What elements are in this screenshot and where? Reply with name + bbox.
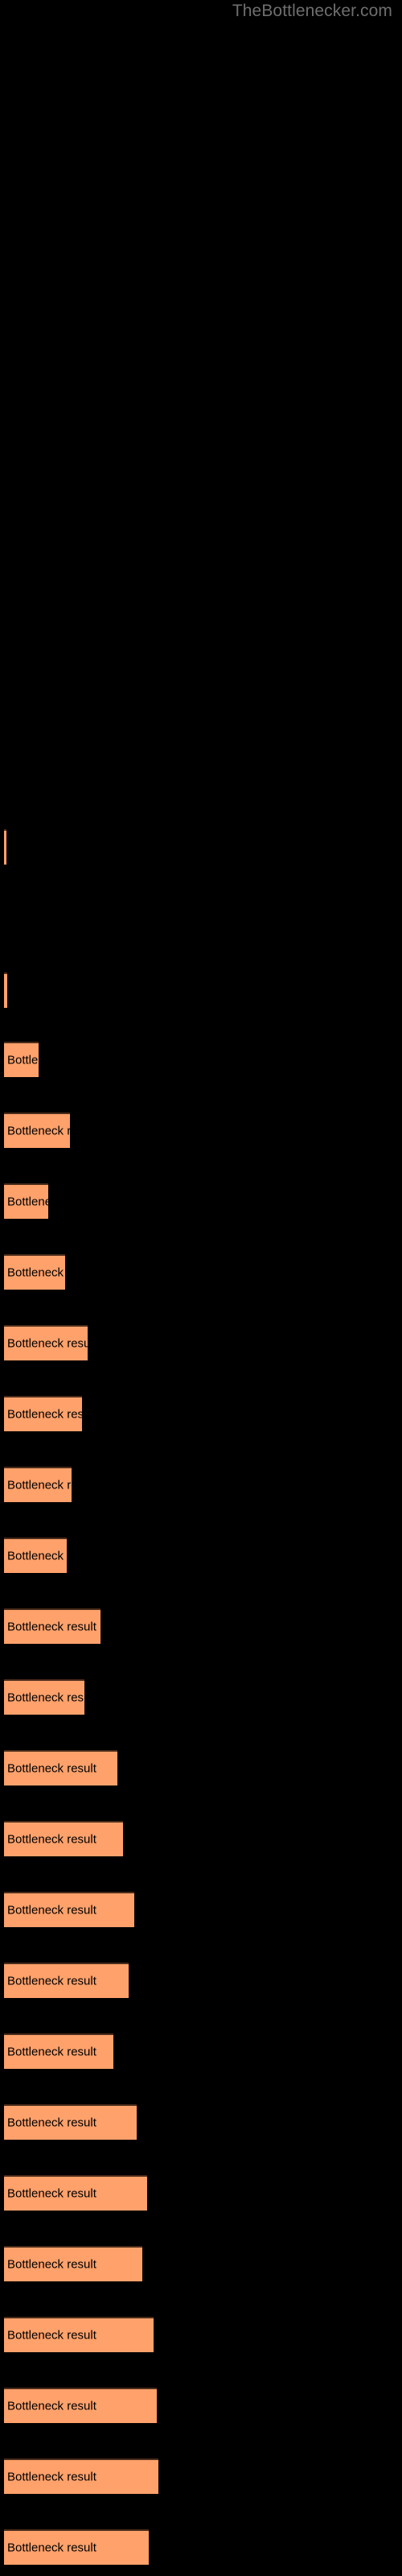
bar-label: Bottleneck result xyxy=(7,1407,82,1422)
bar[interactable]: Bottleneck result xyxy=(4,2246,142,2281)
bar-label: Bottleneck result xyxy=(7,1903,96,1918)
bar-row: Bottleneck result xyxy=(0,1042,402,1077)
bar[interactable]: Bottleneck result xyxy=(4,2529,149,2565)
bar-row: Bottleneck result xyxy=(0,2529,402,2565)
bar-label: Bottleneck result xyxy=(7,2399,96,2413)
bar-label: Bottleneck result xyxy=(7,1974,96,1988)
bar-label: Bottleneck result xyxy=(7,1478,72,1492)
bar-row: Bottleneck result xyxy=(0,2458,402,2494)
bar[interactable]: Bottleneck result xyxy=(4,1183,48,1219)
bar-label: Bottleneck result xyxy=(7,2116,96,2130)
bar[interactable]: Bottleneck result xyxy=(4,1679,84,1715)
bar-label: Bottleneck result xyxy=(7,1265,65,1280)
bottleneck-bar-chart: TheBottlenecker.com Bottleneck result Bot… xyxy=(0,0,402,2576)
bar-label: Bottleneck result xyxy=(7,2541,96,2555)
bar[interactable]: Bottleneck result xyxy=(4,1821,123,1856)
bar-row: Bottleneck result xyxy=(0,2317,402,2352)
bar-row: Bottleneck result xyxy=(0,1608,402,1644)
bar-row: Bottleneck result xyxy=(0,1679,402,1715)
bar-label: Bottleneck result xyxy=(7,1124,70,1138)
bar-label: Bottleneck result xyxy=(7,1761,96,1776)
bar[interactable]: Bottleneck result xyxy=(4,2388,157,2423)
bar-row: Bottleneck result xyxy=(0,2033,402,2069)
bar[interactable]: Bottleneck result xyxy=(4,2104,137,2140)
bar-row: Bottleneck result xyxy=(0,2388,402,2423)
bar-label: Bottleneck result xyxy=(7,2045,96,2059)
bar[interactable]: Bottleneck result xyxy=(4,1325,88,1360)
bar[interactable]: Bottleneck result xyxy=(4,1963,129,1998)
bar[interactable]: Bottleneck result xyxy=(4,1467,72,1502)
bar[interactable]: Bottleneck result xyxy=(4,1113,70,1148)
bar-label: Bottleneck result xyxy=(7,2328,96,2343)
bar[interactable]: Bottleneck result xyxy=(4,829,6,865)
bar-row: Bottleneck result xyxy=(0,2246,402,2281)
bar-row: Bottleneck result xyxy=(0,829,402,865)
bar-row: Bottleneck result xyxy=(0,1325,402,1360)
bar-label: Bottleneck result xyxy=(7,1195,48,1209)
bar[interactable]: Bottleneck result xyxy=(4,2317,154,2352)
bar-label: Bottleneck result xyxy=(7,1053,39,1067)
bar[interactable]: Bottleneck result xyxy=(4,2458,158,2494)
bar-row: Bottleneck result xyxy=(0,1254,402,1290)
bar-label: Bottleneck result xyxy=(7,2257,96,2272)
bar-row: Bottleneck result xyxy=(0,1113,402,1148)
bar-row: Bottleneck result xyxy=(0,1892,402,1927)
bar-label: Bottleneck result xyxy=(7,2470,96,2484)
bar[interactable]: Bottleneck result xyxy=(4,1892,134,1927)
bar-row: Bottleneck result xyxy=(0,1538,402,1573)
bar-row: Bottleneck result xyxy=(0,1821,402,1856)
bar[interactable]: Bottleneck result xyxy=(4,1750,117,1785)
bar[interactable]: Bottleneck result xyxy=(4,1042,39,1077)
bar-row: Bottleneck result xyxy=(0,1750,402,1785)
bar-row: Bottleneck result xyxy=(0,1183,402,1219)
page-title: TheBottlenecker.com xyxy=(232,2,392,20)
bar-label: Bottleneck result xyxy=(7,1336,88,1351)
bar-label: Bottleneck result xyxy=(7,1620,96,1634)
bar[interactable]: Bottleneck result xyxy=(4,1396,82,1431)
bar[interactable]: Bottleneck result xyxy=(4,1254,65,1290)
bar-label: Bottleneck result xyxy=(7,1832,96,1847)
bar-row: Bottleneck result xyxy=(0,1467,402,1502)
bar[interactable]: Bottleneck result xyxy=(4,2175,147,2211)
bar-row: Bottleneck result xyxy=(0,972,402,1008)
bar[interactable]: Bottleneck result xyxy=(4,972,7,1008)
bar-label: Bottleneck result xyxy=(7,2186,96,2201)
bar-row: Bottleneck result xyxy=(0,2175,402,2211)
bar-label: Bottleneck result xyxy=(7,1549,67,1563)
bar-label: Bottleneck result xyxy=(7,1690,84,1705)
bar[interactable]: Bottleneck result xyxy=(4,2033,113,2069)
bar-row: Bottleneck result xyxy=(0,1396,402,1431)
bar[interactable]: Bottleneck result xyxy=(4,1608,100,1644)
bar[interactable]: Bottleneck result xyxy=(4,1538,67,1573)
bar-row: Bottleneck result xyxy=(0,1963,402,1998)
bar-row: Bottleneck result xyxy=(0,2104,402,2140)
